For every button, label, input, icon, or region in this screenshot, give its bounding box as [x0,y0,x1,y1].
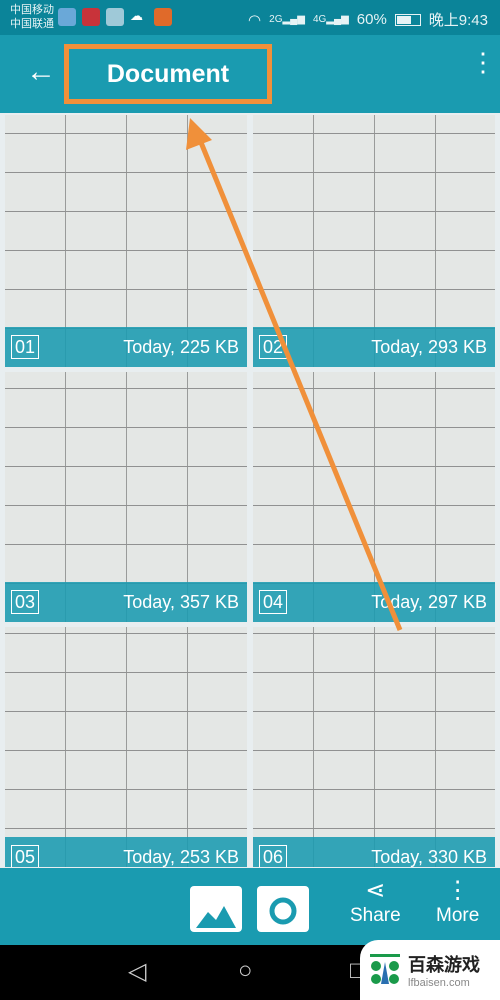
watermark-url: lfbaisen.com [408,977,470,989]
bottom-action-bar: ⋖ Share ⋮ More [0,868,500,945]
watermark-text: 百森游戏 [408,955,480,975]
watermark-icon [370,954,400,984]
annotation-arrow [186,118,403,631]
share-label: Share [350,905,401,926]
image-icon [196,906,236,928]
more-vert-icon: ⋮ [445,877,470,904]
share-button[interactable]: ⋖ Share [350,876,401,927]
camera-button[interactable] [257,886,309,932]
share-icon: ⋖ [365,877,386,904]
gallery-button[interactable] [190,886,242,932]
camera-icon [269,897,297,925]
home-nav-icon[interactable]: ○ [238,957,253,985]
more-button[interactable]: ⋮ More [436,876,479,927]
back-nav-icon[interactable]: ◁ [128,957,146,986]
watermark-logo: 百森游戏 lfbaisen.com [360,940,500,1000]
more-label: More [436,905,480,926]
